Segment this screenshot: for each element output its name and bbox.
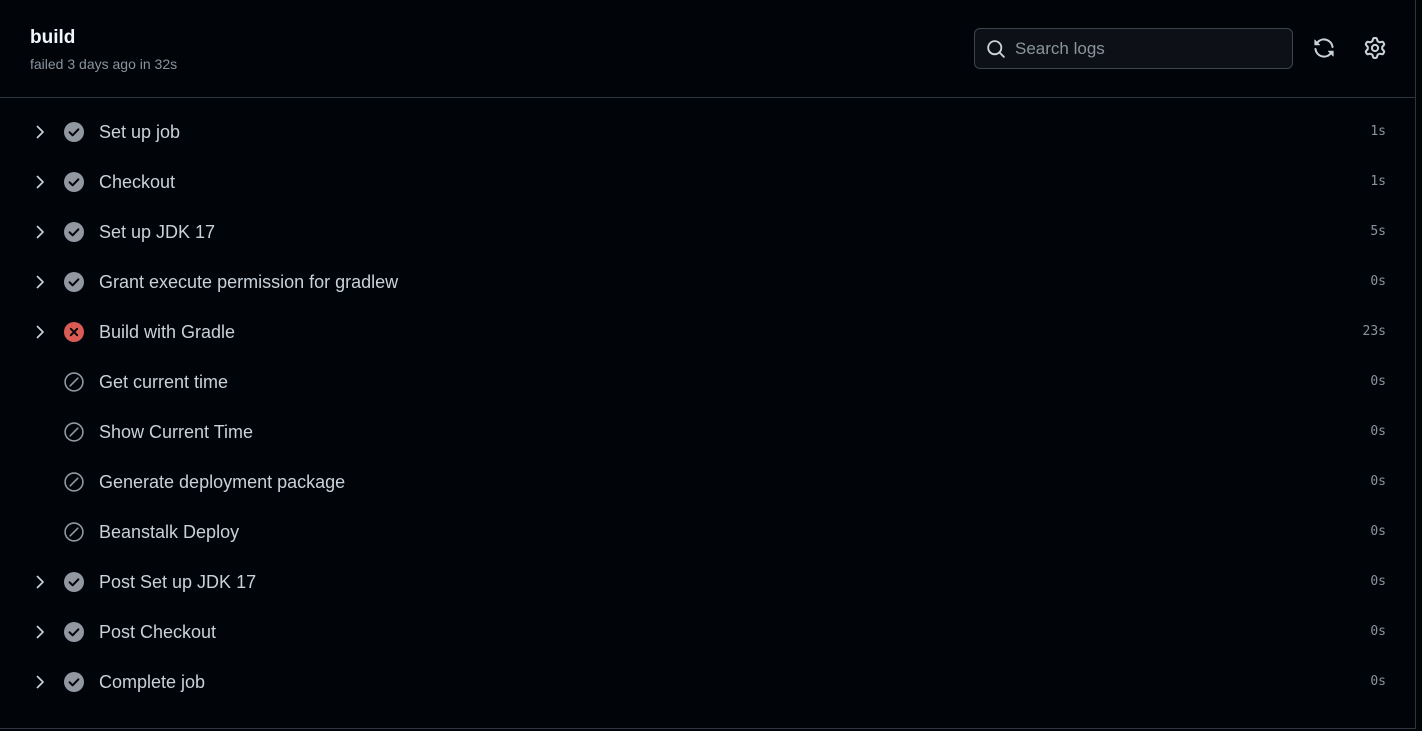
step-row: Show Current Time 0s — [0, 407, 1416, 457]
step-row: Get current time 0s — [0, 357, 1416, 407]
check-circle-icon — [64, 622, 84, 642]
x-circle-icon — [64, 322, 84, 342]
gear-icon — [1364, 37, 1386, 59]
step-duration: 1s — [1370, 124, 1386, 139]
step-name: Beanstalk Deploy — [99, 522, 240, 542]
settings-button[interactable] — [1363, 36, 1387, 60]
step-row[interactable]: Checkout 1s — [0, 157, 1416, 207]
job-log-panel: build failed 3 days ago in 32s Search lo… — [0, 0, 1416, 729]
job-status-text: failed 3 days ago in 32s — [30, 56, 178, 72]
search-logs-field[interactable] — [974, 28, 1293, 69]
step-name: Set up JDK 17 — [99, 222, 216, 242]
steps-list: Set up job 1s Checkout 1s Set up JDK 17 5s Gra… — [0, 107, 1416, 707]
step-duration: 0s — [1370, 424, 1386, 439]
step-name: Set up job — [99, 122, 181, 142]
skip-icon — [64, 422, 84, 442]
step-name: Grant execute permission for gradlew — [99, 272, 399, 292]
check-circle-icon — [64, 172, 84, 192]
step-name: Get current time — [99, 372, 229, 392]
step-duration: 0s — [1370, 374, 1386, 389]
chevron-right-icon[interactable] — [31, 673, 49, 691]
check-circle-icon — [64, 672, 84, 692]
check-circle-icon — [64, 572, 84, 592]
job-header: build failed 3 days ago in 32s — [0, 0, 1415, 98]
step-duration: 23s — [1362, 324, 1386, 339]
skip-icon — [64, 522, 84, 542]
chevron-right-icon[interactable] — [31, 123, 49, 141]
step-duration: 0s — [1370, 574, 1386, 589]
step-duration: 1s — [1370, 174, 1386, 189]
step-row[interactable]: Set up JDK 17 5s — [0, 207, 1416, 257]
chevron-right-icon[interactable] — [31, 573, 49, 591]
check-circle-icon — [64, 272, 84, 292]
step-name: Checkout — [99, 172, 176, 192]
chevron-right-icon[interactable] — [31, 273, 49, 291]
refresh-button[interactable] — [1312, 36, 1336, 60]
step-name: Build with Gradle — [99, 322, 236, 342]
skip-icon — [64, 472, 84, 492]
check-circle-icon — [64, 222, 84, 242]
step-row[interactable]: Complete job 0s — [0, 657, 1416, 707]
step-name: Post Checkout — [99, 622, 217, 642]
step-row[interactable]: Build with Gradle 23s — [0, 307, 1416, 357]
step-name: Generate deployment package — [99, 472, 346, 492]
step-name: Post Set up JDK 17 — [99, 572, 257, 592]
step-row: Generate deployment package 0s — [0, 457, 1416, 507]
step-row[interactable]: Post Set up JDK 17 0s — [0, 557, 1416, 607]
job-title: build — [30, 27, 76, 48]
chevron-right-icon[interactable] — [31, 173, 49, 191]
step-name: Show Current Time — [99, 422, 254, 442]
search-logs-input[interactable] — [1015, 38, 1275, 59]
step-row[interactable]: Set up job 1s — [0, 107, 1416, 157]
step-duration: 0s — [1370, 274, 1386, 289]
step-duration: 0s — [1370, 624, 1386, 639]
search-icon — [986, 39, 1006, 59]
sync-icon — [1313, 37, 1335, 59]
step-duration: 5s — [1370, 224, 1386, 239]
chevron-right-icon[interactable] — [31, 223, 49, 241]
step-name: Complete job — [99, 672, 206, 692]
step-duration: 0s — [1370, 474, 1386, 489]
step-row[interactable]: Post Checkout 0s — [0, 607, 1416, 657]
chevron-right-icon[interactable] — [31, 323, 49, 341]
step-duration: 0s — [1370, 674, 1386, 689]
step-duration: 0s — [1370, 524, 1386, 539]
skip-icon — [64, 372, 84, 392]
chevron-right-icon[interactable] — [31, 623, 49, 641]
step-row[interactable]: Grant execute permission for gradlew 0s — [0, 257, 1416, 307]
check-circle-icon — [64, 122, 84, 142]
step-row: Beanstalk Deploy 0s — [0, 507, 1416, 557]
